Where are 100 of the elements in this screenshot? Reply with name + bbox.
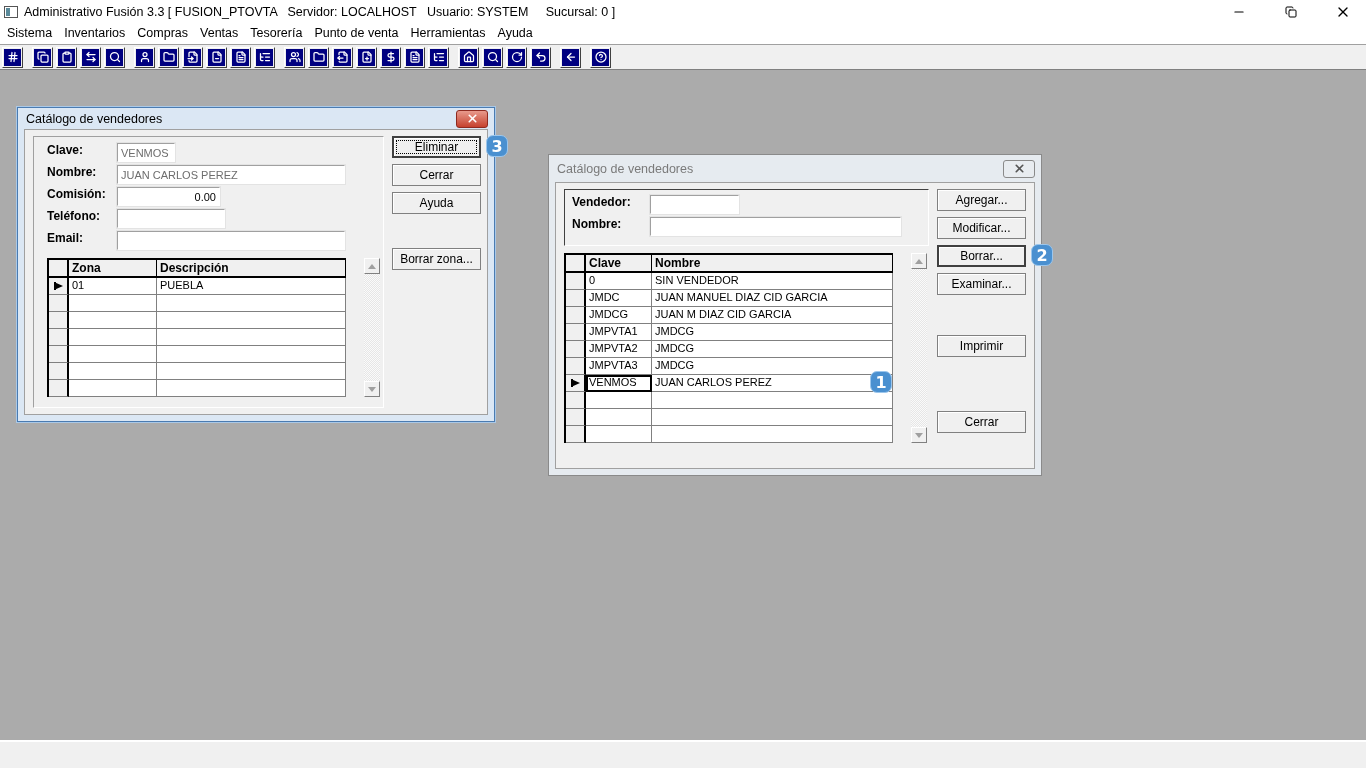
toolbar-button[interactable] <box>530 46 551 68</box>
column-header[interactable]: Clave <box>586 255 652 273</box>
row-selector[interactable] <box>566 392 586 409</box>
toolbar-button[interactable] <box>428 46 449 68</box>
document-export-icon <box>336 51 349 63</box>
dialog-button[interactable]: Eliminar <box>392 136 481 158</box>
toolbar-button[interactable] <box>506 46 527 68</box>
toolbar-button[interactable] <box>284 46 305 68</box>
row-selector[interactable] <box>566 409 586 426</box>
step-number-badge: 2 <box>1031 244 1053 266</box>
dollar-icon <box>384 51 397 63</box>
home-icon <box>462 51 475 63</box>
person-icon <box>138 51 151 63</box>
toolbar-button[interactable] <box>380 46 401 68</box>
dialog-button[interactable]: Cerrar <box>392 164 481 186</box>
app-icon <box>4 6 18 18</box>
dialog-button[interactable]: Imprimir <box>937 335 1026 357</box>
window-title: Administrativo Fusión 3.3 [ FUSION_PTOVTA Servidor: LOCALHOST Usuario: SYSTEM Sucursal: 0 ] <box>24 5 617 19</box>
row-selector[interactable] <box>566 273 586 290</box>
input-field[interactable] <box>650 195 739 214</box>
input-field[interactable]: 0.00 <box>117 187 220 206</box>
dialog-button[interactable]: Cerrar <box>937 411 1026 433</box>
row-selector[interactable] <box>566 290 586 307</box>
row-pointer-icon <box>53 282 63 290</box>
vertical-scrollbar[interactable] <box>911 253 927 443</box>
row-selector[interactable] <box>566 324 586 341</box>
menu-item[interactable]: Ventas <box>194 24 245 42</box>
dialog-button[interactable]: Examinar... <box>937 273 1026 295</box>
close-button[interactable] <box>1003 159 1035 178</box>
toolbar-button[interactable] <box>134 46 155 68</box>
dialog-button[interactable]: Ayuda <box>392 192 481 214</box>
input-field[interactable] <box>117 231 345 250</box>
list-tree-icon <box>258 51 271 63</box>
close-button[interactable] <box>456 109 488 128</box>
table-cell: JMPVTA2 <box>586 341 652 358</box>
menu-item[interactable]: Compras <box>131 24 195 42</box>
toolbar-button[interactable] <box>308 46 329 68</box>
list-tree-icon <box>432 51 445 63</box>
field-label: Comisión: <box>47 187 107 201</box>
clipboard-icon <box>60 51 73 63</box>
row-selector[interactable] <box>566 341 586 358</box>
row-selector[interactable] <box>49 295 69 312</box>
toolbar-button[interactable] <box>80 46 101 68</box>
toolbar-button[interactable] <box>560 46 581 68</box>
field-label: Vendedor: <box>572 195 632 209</box>
row-selector[interactable] <box>49 312 69 329</box>
toolbar-button[interactable] <box>404 46 425 68</box>
toolbar-button[interactable] <box>590 46 611 68</box>
input-field[interactable] <box>117 209 225 228</box>
row-selector[interactable] <box>566 426 586 443</box>
menu-item[interactable]: Sistema <box>1 24 59 42</box>
number-icon <box>6 51 19 63</box>
column-header[interactable]: Nombre <box>652 255 893 273</box>
row-selector[interactable] <box>49 278 69 295</box>
restore-icon <box>1285 6 1297 18</box>
menu-item[interactable]: Inventarios <box>58 24 132 42</box>
dialog-button[interactable]: Borrar zona... <box>392 248 481 270</box>
row-selector[interactable] <box>49 346 69 363</box>
toolbar-button[interactable] <box>482 46 503 68</box>
menu-item[interactable]: Herramientas <box>404 24 492 42</box>
scroll-up-button[interactable] <box>364 258 380 274</box>
menu-item[interactable]: Punto de venta <box>308 24 405 42</box>
vertical-scrollbar[interactable] <box>364 258 380 397</box>
toolbar-button[interactable] <box>332 46 353 68</box>
menu-item[interactable]: Ayuda <box>491 24 539 42</box>
dialog-button[interactable]: Agregar... <box>937 189 1026 211</box>
toolbar-button[interactable] <box>206 46 227 68</box>
column-header[interactable]: Zona <box>69 260 157 278</box>
toolbar-button[interactable] <box>356 46 377 68</box>
row-selector[interactable] <box>49 363 69 380</box>
toolbar-button[interactable] <box>104 46 125 68</box>
row-selector[interactable] <box>566 358 586 375</box>
scroll-down-button[interactable] <box>911 427 927 443</box>
input-field[interactable] <box>650 217 901 236</box>
close-icon <box>1012 162 1026 175</box>
table-cell: 0 <box>586 273 652 290</box>
table-cell: JUAN M DIAZ CID GARCIA <box>652 307 893 324</box>
up-arrow-icon <box>368 263 376 269</box>
row-selector[interactable] <box>566 375 586 392</box>
field-label: Nombre: <box>572 217 623 231</box>
toolbar-button[interactable] <box>158 46 179 68</box>
dialog-button[interactable]: Modificar... <box>937 217 1026 239</box>
down-arrow-icon <box>915 432 923 438</box>
scroll-up-button[interactable] <box>911 253 927 269</box>
row-selector[interactable] <box>566 307 586 324</box>
row-selector[interactable] <box>49 329 69 346</box>
toolbar-button[interactable] <box>32 46 53 68</box>
toolbar-button[interactable] <box>230 46 251 68</box>
column-header[interactable]: Descripción <box>157 260 346 278</box>
toolbar-button[interactable] <box>182 46 203 68</box>
scroll-down-button[interactable] <box>364 381 380 397</box>
row-selector[interactable] <box>49 380 69 397</box>
people-icon <box>288 51 301 63</box>
dialog-button[interactable]: Borrar... <box>937 245 1026 267</box>
undo-icon <box>534 51 547 63</box>
toolbar-button[interactable] <box>254 46 275 68</box>
toolbar-button[interactable] <box>56 46 77 68</box>
menu-item[interactable]: Tesorería <box>244 24 309 42</box>
toolbar-button[interactable] <box>458 46 479 68</box>
toolbar-button[interactable] <box>2 46 23 68</box>
